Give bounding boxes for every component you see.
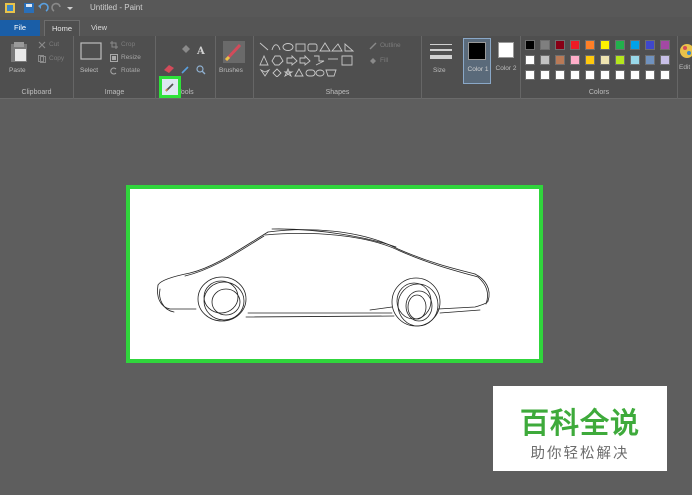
color-swatch[interactable] <box>585 40 595 50</box>
colors-group-label: Colors <box>588 89 610 96</box>
color-selectors: Color 1 Color 2 <box>462 36 518 99</box>
image-group-label: Image <box>104 89 125 96</box>
shapes-group: Outline Fill Shapes <box>254 36 422 99</box>
shapes-gallery[interactable] <box>258 41 362 77</box>
custom-color-slot[interactable] <box>525 70 535 80</box>
custom-color-slot[interactable] <box>540 70 550 80</box>
car-sketch <box>157 228 490 327</box>
paste-button[interactable]: Paste <box>9 67 26 74</box>
copy-icon[interactable] <box>38 55 46 63</box>
cut-button[interactable]: Cut <box>49 41 59 48</box>
drawing-canvas[interactable] <box>126 185 543 363</box>
clipboard-group-label: Clipboard <box>21 89 52 96</box>
image-group: Select Crop Resize Rotate Image <box>74 36 156 99</box>
ribbon: Paste Cut Copy Clipboard Select Crop Res… <box>0 36 692 99</box>
paste-icon[interactable] <box>9 41 29 63</box>
pencil-tool-button[interactable] <box>159 76 181 98</box>
color-swatch[interactable] <box>585 55 595 65</box>
shapes-group-label: Shapes <box>325 89 350 96</box>
tab-file[interactable]: File <box>0 20 40 36</box>
custom-color-slot[interactable] <box>660 70 670 80</box>
color2-button[interactable]: Color 2 <box>495 38 519 84</box>
tab-home[interactable]: Home <box>44 20 80 36</box>
copy-button[interactable]: Copy <box>49 55 64 62</box>
color-swatch[interactable] <box>630 55 640 65</box>
custom-color-slot[interactable] <box>630 70 640 80</box>
watermark-logo: 百科全说 助你轻松解决 <box>493 386 667 471</box>
color-swatch[interactable] <box>600 55 610 65</box>
rotate-button[interactable]: Rotate <box>121 67 140 74</box>
watermark-subtitle: 助你轻松解决 <box>530 446 630 462</box>
color-swatch[interactable] <box>540 40 550 50</box>
rotate-icon[interactable] <box>110 67 118 75</box>
color2-swatch <box>498 42 514 58</box>
size-icon[interactable] <box>429 41 453 63</box>
edit-colors-label: Edit <box>679 64 691 71</box>
custom-color-slot[interactable] <box>600 70 610 80</box>
fill-button[interactable]: Fill <box>380 57 388 64</box>
color-swatch[interactable] <box>540 55 550 65</box>
cut-icon[interactable] <box>38 41 46 49</box>
color-swatch[interactable] <box>645 55 655 65</box>
text-tool-icon[interactable]: A <box>196 45 206 55</box>
color1-label: Color 1 <box>467 66 489 73</box>
undo-icon[interactable] <box>37 2 49 14</box>
custom-color-slot[interactable] <box>570 70 580 80</box>
crop-button[interactable]: Crop <box>121 41 135 48</box>
eraser-icon[interactable] <box>164 65 174 73</box>
window-title: Untitled - Paint <box>90 3 143 12</box>
save-icon[interactable] <box>23 2 35 14</box>
color-swatch[interactable] <box>645 40 655 50</box>
magnifier-icon[interactable] <box>196 65 206 75</box>
size-button[interactable]: Size <box>433 67 446 74</box>
watermark-title: 百科全说 <box>519 406 640 440</box>
edit-colors-button[interactable]: Edit <box>678 36 692 99</box>
crop-icon[interactable] <box>110 41 118 49</box>
fill-icon[interactable] <box>369 57 377 65</box>
redo-icon[interactable] <box>51 2 63 14</box>
color-swatch[interactable] <box>525 55 535 65</box>
clipboard-group: Paste Cut Copy Clipboard <box>0 36 74 99</box>
quick-access-dropdown-icon[interactable] <box>66 2 74 14</box>
color2-label: Color 2 <box>495 65 517 72</box>
color1-swatch <box>468 42 486 60</box>
brushes-button[interactable]: Brushes <box>219 67 243 74</box>
size-group: Size <box>422 36 460 99</box>
custom-color-slot[interactable] <box>645 70 655 80</box>
brushes-icon[interactable] <box>222 40 246 64</box>
select-icon[interactable] <box>80 42 102 60</box>
title-bar: Untitled - Paint <box>0 0 692 17</box>
select-button[interactable]: Select <box>80 67 98 74</box>
color-swatch[interactable] <box>555 55 565 65</box>
fill-bucket-icon[interactable] <box>181 45 190 55</box>
resize-button[interactable]: Resize <box>121 54 141 61</box>
custom-color-slot[interactable] <box>585 70 595 80</box>
color-swatch[interactable] <box>660 55 670 65</box>
paint-app-icon <box>5 3 15 13</box>
resize-icon[interactable] <box>110 54 118 62</box>
color-swatch[interactable] <box>570 40 580 50</box>
color-swatch[interactable] <box>570 55 580 65</box>
color-swatch[interactable] <box>660 40 670 50</box>
svg-text:A: A <box>196 46 205 55</box>
color-swatch[interactable] <box>600 40 610 50</box>
color-swatch[interactable] <box>555 40 565 50</box>
brushes-group: Brushes <box>216 36 254 99</box>
color1-button[interactable]: Color 1 <box>463 38 491 84</box>
color-swatch[interactable] <box>630 40 640 50</box>
custom-color-slot[interactable] <box>615 70 625 80</box>
outline-icon[interactable] <box>369 42 377 50</box>
custom-color-slot[interactable] <box>555 70 565 80</box>
colors-group: Colors <box>520 36 678 99</box>
color-swatch[interactable] <box>615 55 625 65</box>
color-swatch[interactable] <box>615 40 625 50</box>
ribbon-tabs: File Home View <box>0 17 692 36</box>
tab-view[interactable]: View <box>86 20 112 36</box>
pencil-icon <box>165 83 174 92</box>
outline-button[interactable]: Outline <box>380 42 401 49</box>
edit-colors-icon <box>680 44 692 58</box>
color-swatch[interactable] <box>525 40 535 50</box>
color-picker-icon[interactable] <box>181 65 190 74</box>
